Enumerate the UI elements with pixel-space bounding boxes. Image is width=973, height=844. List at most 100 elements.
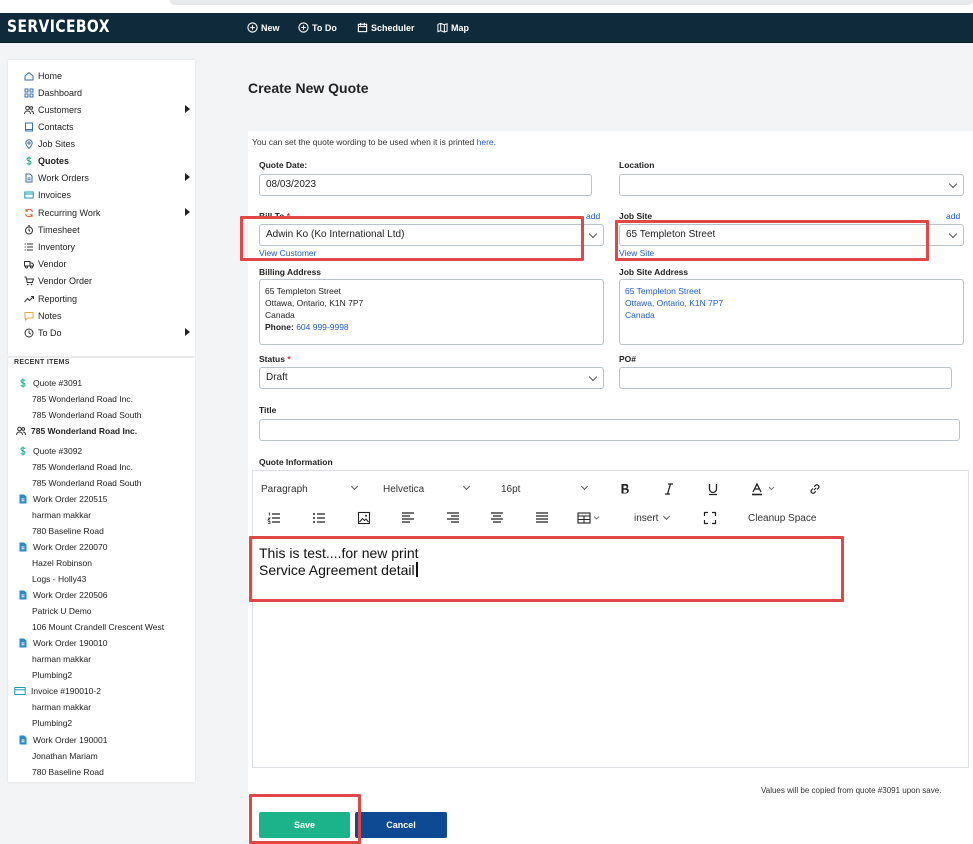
align-justify-icon bbox=[536, 512, 548, 523]
sidebar-item-reporting[interactable]: Reporting bbox=[24, 291, 194, 306]
sidebar-item-label: Dashboard bbox=[38, 87, 83, 98]
numbered-list-button[interactable] bbox=[266, 510, 282, 526]
recent-item-detail: 785 Wonderland Road South bbox=[32, 409, 142, 420]
underline-icon bbox=[708, 484, 718, 496]
bill-to-select[interactable]: Adwin Ko (Ko International Ltd) bbox=[259, 224, 604, 246]
chevron-down-icon bbox=[350, 482, 359, 491]
recent-item[interactable]: Work Order 220515 bbox=[18, 491, 193, 506]
quote-wording-link[interactable]: here. bbox=[477, 137, 496, 147]
sidebar-item-quotes[interactable]: Quotes bbox=[24, 153, 194, 168]
font-size-select[interactable]: 16pt bbox=[501, 479, 589, 499]
bullet-list-button[interactable] bbox=[311, 510, 327, 526]
text-color-icon bbox=[752, 482, 775, 496]
job-site-address-label: Job Site Address bbox=[619, 267, 689, 277]
document-icon bbox=[19, 735, 27, 744]
sidebar-item-notes[interactable]: Notes bbox=[24, 308, 194, 323]
brand-logo[interactable]: SERVICEBOX bbox=[7, 17, 110, 37]
image-icon bbox=[357, 511, 371, 525]
recent-item[interactable]: Work Order 220070 bbox=[18, 539, 193, 554]
recent-item[interactable]: Quote #3091 bbox=[18, 375, 193, 390]
phone-link[interactable]: 604 999-9998 bbox=[296, 322, 348, 332]
italic-icon bbox=[665, 483, 673, 495]
quote-information-label: Quote Information bbox=[259, 457, 333, 467]
align-center-button[interactable] bbox=[489, 510, 505, 526]
add-job-site-link[interactable]: add bbox=[946, 211, 960, 221]
nav-new-label: New bbox=[261, 22, 280, 33]
view-site-link[interactable]: View Site bbox=[619, 248, 654, 258]
timer-icon bbox=[25, 224, 33, 234]
job-site-select[interactable]: 65 Templeton Street bbox=[619, 224, 964, 246]
recent-item-detail: 780 Baseline Road bbox=[32, 766, 104, 777]
recent-item[interactable]: Work Order 190010 bbox=[18, 635, 193, 650]
save-button[interactable]: Save bbox=[259, 812, 350, 838]
location-select[interactable] bbox=[619, 174, 964, 196]
image-button[interactable] bbox=[356, 510, 372, 526]
sidebar-item-timesheet[interactable]: Timesheet bbox=[24, 222, 194, 237]
billing-address-line1: 65 Templeton Street bbox=[265, 286, 341, 296]
link-button[interactable] bbox=[807, 481, 823, 497]
recent-item[interactable]: Work Order 190001 bbox=[18, 732, 193, 747]
sidebar-item-invoices[interactable]: Invoices bbox=[24, 187, 194, 202]
document-icon bbox=[19, 542, 27, 551]
billing-address-box: 65 Templeton Street Ottawa, Ontario, K1N… bbox=[259, 279, 604, 345]
document-icon bbox=[19, 494, 27, 503]
font-family-select[interactable]: Helvetica bbox=[383, 479, 471, 499]
recent-item[interactable]: Invoice #190010-2 bbox=[14, 683, 189, 698]
nav-todo-label: To Do bbox=[312, 22, 337, 33]
nav-scheduler[interactable]: Scheduler bbox=[357, 22, 415, 33]
clock-icon bbox=[24, 328, 34, 337]
billing-address-label: Billing Address bbox=[259, 267, 322, 277]
view-customer-link[interactable]: View Customer bbox=[259, 248, 316, 258]
sidebar-item-todo[interactable]: To Do bbox=[24, 325, 194, 340]
sidebar-item-home[interactable]: Home bbox=[24, 68, 194, 83]
dollar-icon bbox=[20, 446, 26, 455]
table-button[interactable] bbox=[577, 510, 605, 526]
recent-item[interactable]: 785 Wonderland Road Inc. bbox=[16, 423, 191, 438]
editor-content-area[interactable]: This is test....for new print Service Ag… bbox=[259, 545, 419, 579]
nav-todo[interactable]: To Do bbox=[298, 22, 337, 33]
sidebar-item-inventory[interactable]: Inventory bbox=[24, 239, 194, 254]
cancel-button[interactable]: Cancel bbox=[355, 812, 447, 838]
note-icon bbox=[24, 311, 34, 321]
add-customer-link[interactable]: add bbox=[586, 211, 600, 221]
bold-button[interactable] bbox=[617, 481, 633, 497]
text-color-button[interactable] bbox=[749, 481, 779, 497]
recent-item-label: Quote #3092 bbox=[33, 445, 83, 456]
job-site-address-line1[interactable]: 65 Templeton Street bbox=[625, 285, 958, 297]
sidebar-item-recurring-work[interactable]: Recurring Work bbox=[24, 205, 194, 220]
fullscreen-icon bbox=[703, 511, 717, 525]
underline-button[interactable] bbox=[705, 481, 721, 497]
recent-item-detail: 106 Mount Crandell Crescent West bbox=[32, 621, 165, 632]
sidebar-item-work-orders[interactable]: Work Orders bbox=[24, 170, 194, 185]
sidebar-item-vendor[interactable]: Vendor bbox=[24, 256, 194, 271]
editor-toolbar-row-2: insert Cleanup Space bbox=[253, 504, 968, 532]
job-site-address-line2[interactable]: Ottawa, Ontario, K1N 7P7 bbox=[625, 297, 958, 309]
fullscreen-button[interactable] bbox=[702, 510, 718, 526]
phone-label: Phone: bbox=[265, 322, 294, 332]
sidebar-item-job-sites[interactable]: Job Sites bbox=[24, 136, 194, 151]
nav-map[interactable]: Map bbox=[437, 22, 469, 33]
title-input[interactable] bbox=[259, 419, 960, 441]
recent-item[interactable]: Work Order 220506 bbox=[18, 587, 193, 602]
italic-button[interactable] bbox=[661, 481, 677, 497]
cleanup-space-button[interactable]: Cleanup Space bbox=[748, 513, 816, 524]
sidebar-item-label: Contacts bbox=[38, 121, 74, 132]
bill-to-label: Bill To * bbox=[259, 211, 290, 221]
insert-menu[interactable]: insert bbox=[634, 512, 671, 524]
grid-icon bbox=[24, 88, 34, 97]
align-right-button[interactable] bbox=[445, 510, 461, 526]
sidebar-item-customers[interactable]: Customers bbox=[24, 102, 194, 117]
sidebar-item-dashboard[interactable]: Dashboard bbox=[24, 85, 194, 100]
nav-new[interactable]: New bbox=[247, 22, 280, 33]
recent-item[interactable]: Quote #3092 bbox=[18, 443, 193, 458]
job-site-address-line3[interactable]: Canada bbox=[625, 309, 958, 321]
po-input[interactable] bbox=[619, 367, 952, 389]
status-select[interactable]: Draft bbox=[259, 367, 604, 389]
quote-date-field[interactable]: 08/03/2023 bbox=[259, 174, 592, 196]
sidebar-item-vendor-order[interactable]: Vendor Order bbox=[24, 273, 194, 288]
align-justify-button[interactable] bbox=[534, 510, 550, 526]
status-label: Status * bbox=[259, 354, 291, 364]
block-format-select[interactable]: Paragraph bbox=[261, 479, 359, 499]
align-left-button[interactable] bbox=[400, 510, 416, 526]
sidebar-item-contacts[interactable]: Contacts bbox=[24, 119, 194, 134]
